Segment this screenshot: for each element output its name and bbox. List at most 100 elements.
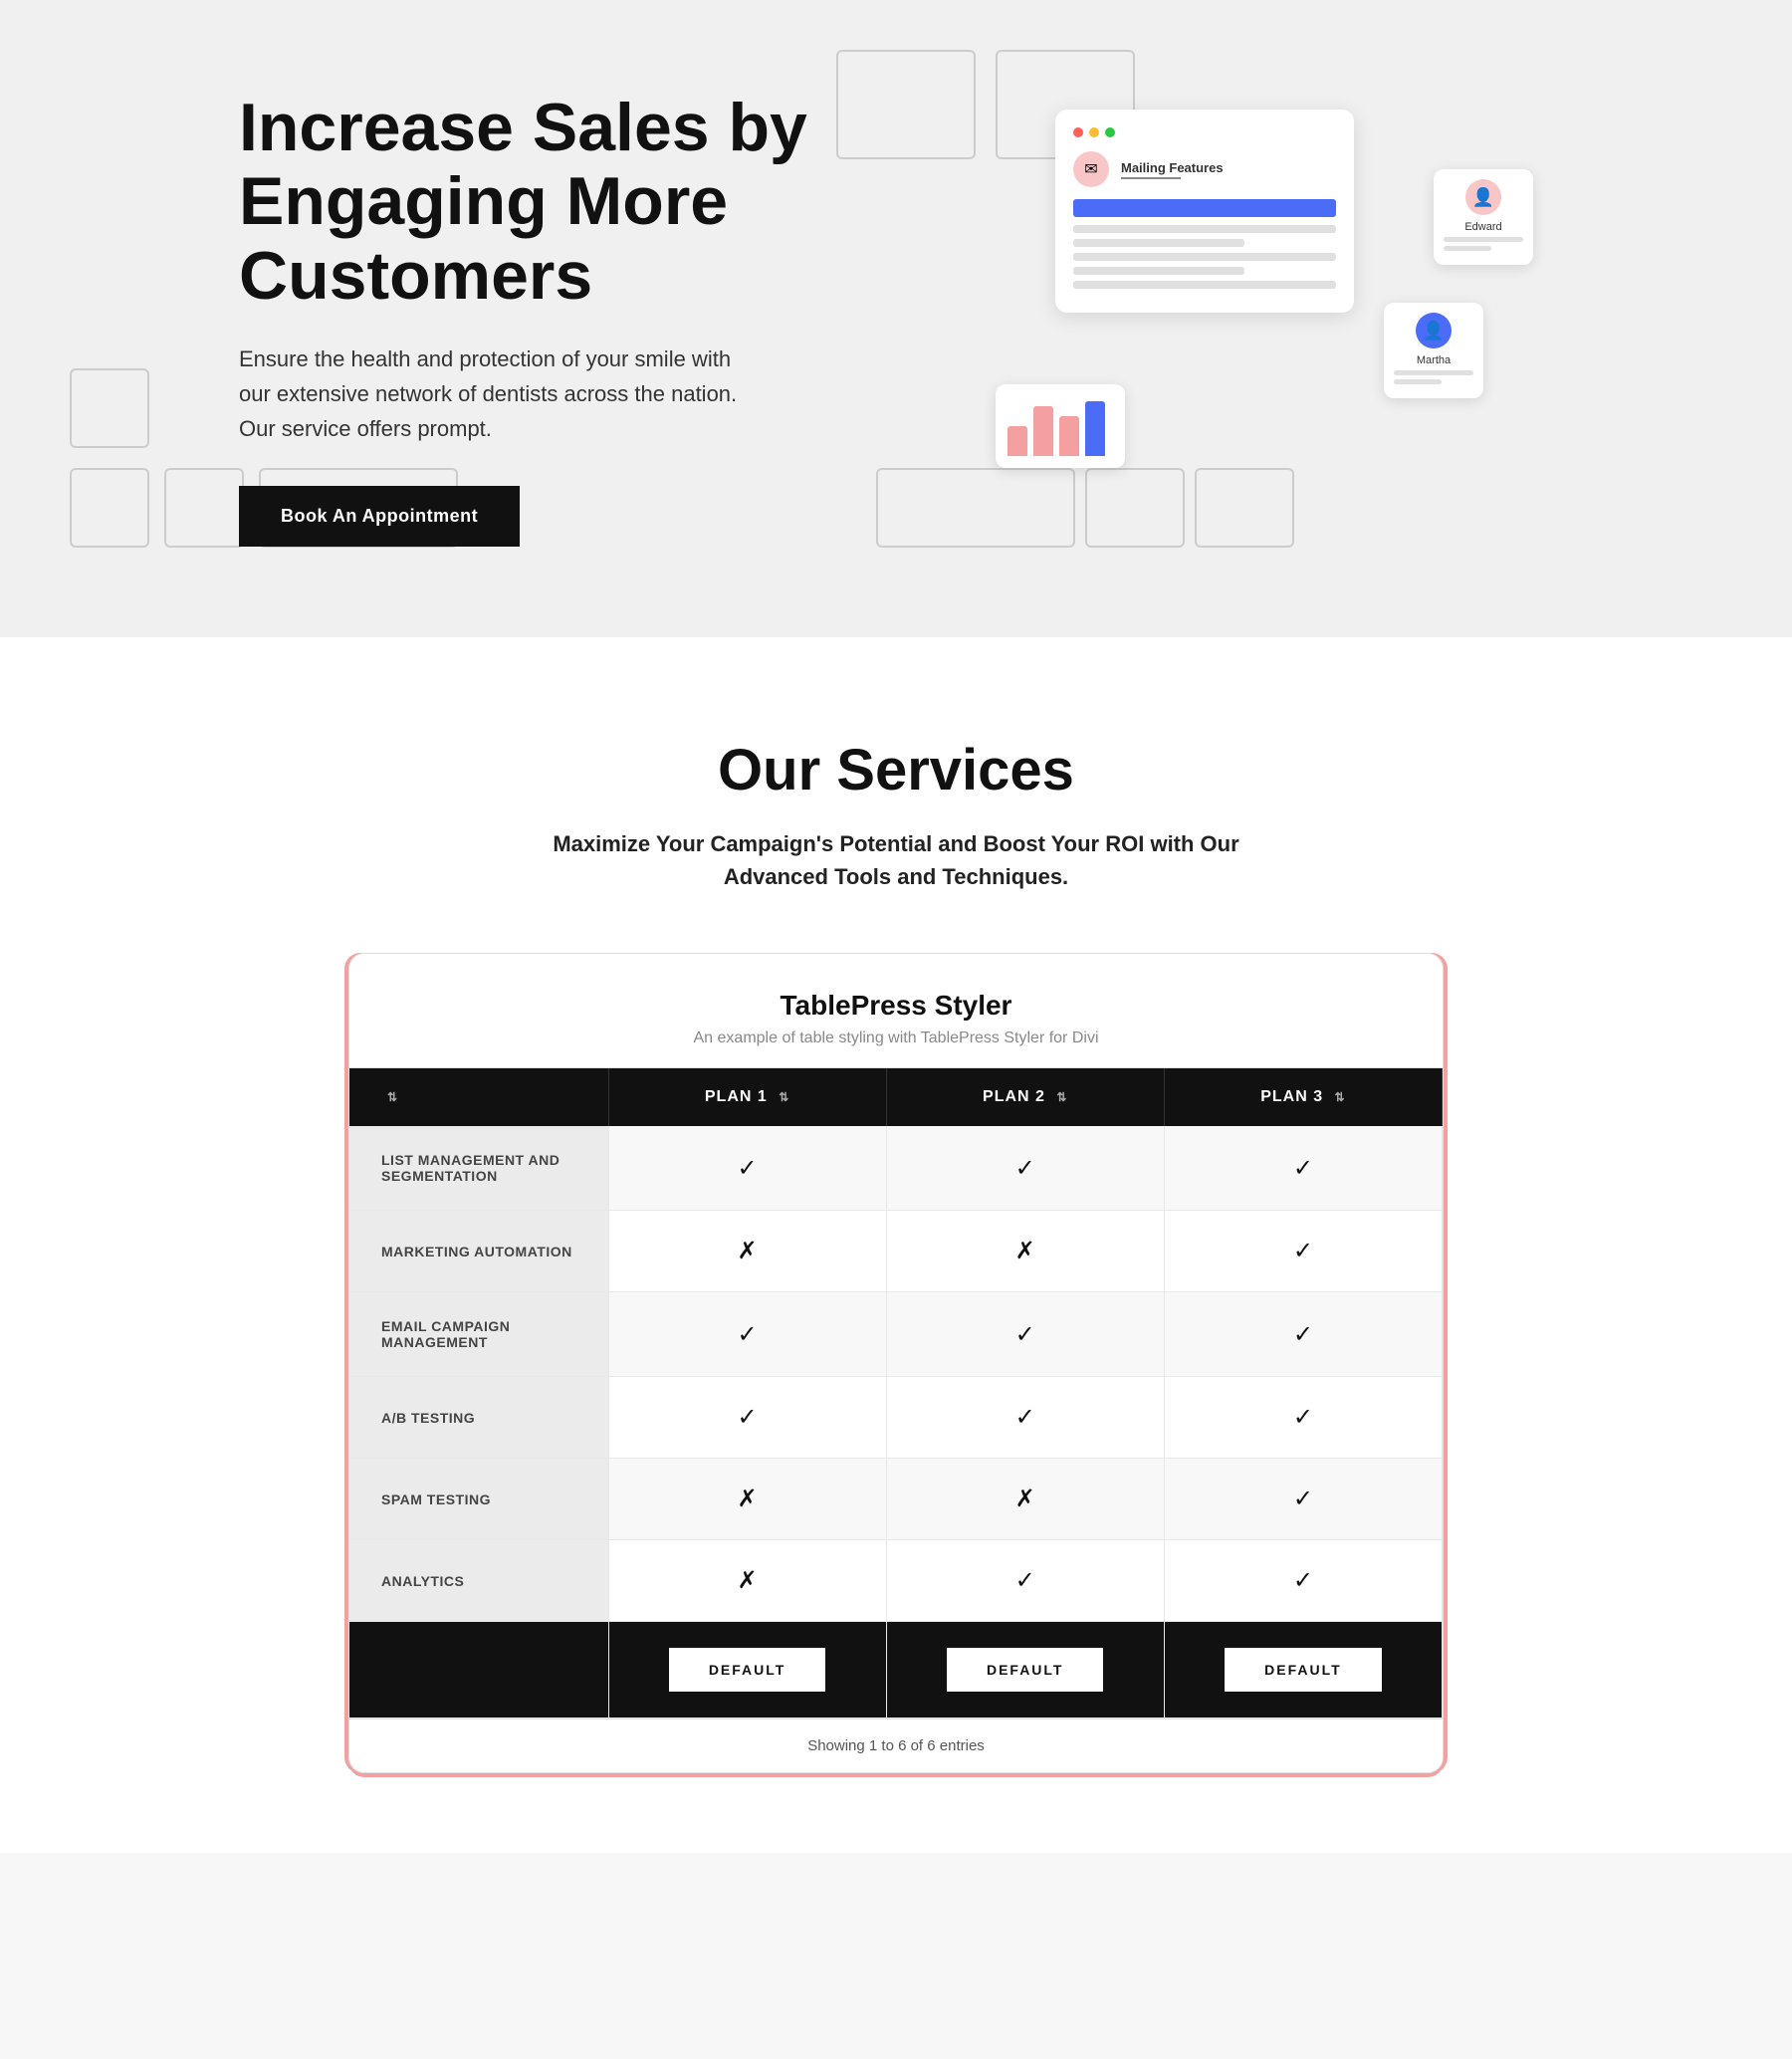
cross-icon: ✗ bbox=[738, 1486, 758, 1512]
check-icon: ✓ bbox=[1015, 1155, 1035, 1182]
cell-plan3-4: ✓ bbox=[1164, 1459, 1442, 1540]
check-icon: ✓ bbox=[1293, 1404, 1313, 1431]
profile-line-edward-1 bbox=[1444, 237, 1523, 242]
ui-line-5 bbox=[1073, 281, 1336, 289]
cell-plan2-1: ✗ bbox=[886, 1211, 1164, 1292]
comparison-table: ⇅ PLAN 1 ⇅ PLAN 2 ⇅ PLAN 3 ⇅ bbox=[349, 1068, 1443, 1718]
profile-line-edward-2 bbox=[1444, 246, 1491, 251]
table-row: SPAM TESTING ✗ ✗ ✓ bbox=[349, 1459, 1443, 1540]
ui-line-3 bbox=[1073, 253, 1336, 261]
hero-illustration: ✉ Mailing Features 👤 bbox=[996, 80, 1533, 498]
cell-plan1-1: ✗ bbox=[608, 1211, 886, 1292]
table-container: TablePress Styler An example of table st… bbox=[348, 953, 1444, 1773]
col-header-plan3[interactable]: PLAN 3 ⇅ bbox=[1164, 1068, 1442, 1126]
card-title: Mailing Features bbox=[1121, 160, 1224, 175]
bar-3 bbox=[1059, 416, 1079, 456]
cell-feature-1: MARKETING AUTOMATION bbox=[349, 1211, 608, 1292]
ui-mockup-card: ✉ Mailing Features bbox=[1055, 110, 1354, 313]
cell-feature-3: A/B TESTING bbox=[349, 1377, 608, 1459]
ui-line-1 bbox=[1073, 225, 1336, 233]
cell-plan2-4: ✗ bbox=[886, 1459, 1164, 1540]
cross-icon: ✗ bbox=[738, 1567, 758, 1594]
cell-plan3-1: ✓ bbox=[1164, 1211, 1442, 1292]
default-button-2[interactable]: DEFAULT bbox=[947, 1648, 1104, 1692]
check-icon: ✓ bbox=[1293, 1238, 1313, 1264]
sort-icon-plan1: ⇅ bbox=[779, 1090, 789, 1104]
avatar-martha: 👤 bbox=[1416, 313, 1452, 348]
hero-title: Increase Sales by Engaging More Customer… bbox=[239, 91, 836, 314]
cell-plan2-3: ✓ bbox=[886, 1377, 1164, 1459]
table-row: LIST MANAGEMENT AND SEGMENTATION ✓ ✓ ✓ bbox=[349, 1126, 1443, 1211]
cell-plan1-2: ✓ bbox=[608, 1292, 886, 1377]
col-header-plan2[interactable]: PLAN 2 ⇅ bbox=[886, 1068, 1164, 1126]
cell-plan2-5: ✓ bbox=[886, 1540, 1164, 1622]
cross-icon: ✗ bbox=[738, 1238, 758, 1264]
bar-2 bbox=[1033, 406, 1053, 456]
profile-card-edward: 👤 Edward bbox=[1434, 169, 1533, 265]
check-icon: ✓ bbox=[1293, 1486, 1313, 1512]
services-title: Our Services bbox=[0, 737, 1792, 803]
services-subtitle: Maximize Your Campaign's Potential and B… bbox=[538, 827, 1254, 893]
cell-plan3-5: ✓ bbox=[1164, 1540, 1442, 1622]
bar-chart bbox=[1008, 396, 1113, 456]
check-icon: ✓ bbox=[738, 1321, 758, 1348]
card-underline bbox=[1121, 177, 1181, 179]
deco-box-left1 bbox=[70, 368, 149, 448]
cell-plan2-2: ✓ bbox=[886, 1292, 1164, 1377]
cell-feature-2: EMAIL CAMPAIGN MANAGEMENT bbox=[349, 1292, 608, 1377]
table-header-block: TablePress Styler An example of table st… bbox=[349, 954, 1443, 1068]
hero-description: Ensure the health and protection of your… bbox=[239, 342, 757, 447]
ui-line-4 bbox=[1073, 267, 1244, 275]
hero-section: Increase Sales by Engaging More Customer… bbox=[0, 0, 1792, 637]
profile-line-martha-1 bbox=[1394, 370, 1473, 375]
cell-feature-0: LIST MANAGEMENT AND SEGMENTATION bbox=[349, 1126, 608, 1211]
profile-name-martha: Martha bbox=[1394, 354, 1473, 366]
col-header-feature[interactable]: ⇅ bbox=[349, 1068, 608, 1126]
ui-line-2 bbox=[1073, 239, 1244, 247]
default-button-3[interactable]: DEFAULT bbox=[1225, 1648, 1382, 1692]
check-icon: ✓ bbox=[1015, 1567, 1035, 1594]
check-icon: ✓ bbox=[1293, 1155, 1313, 1182]
check-icon: ✓ bbox=[1015, 1321, 1035, 1348]
cell-feature-4: SPAM TESTING bbox=[349, 1459, 608, 1540]
cell-plan1-3: ✓ bbox=[608, 1377, 886, 1459]
table-footer-row: DEFAULT DEFAULT DEFAULT bbox=[349, 1622, 1443, 1718]
bar-chart-card bbox=[996, 384, 1125, 468]
cell-plan1-4: ✗ bbox=[608, 1459, 886, 1540]
check-icon: ✓ bbox=[738, 1155, 758, 1182]
table-row: A/B TESTING ✓ ✓ ✓ bbox=[349, 1377, 1443, 1459]
footer-empty-cell bbox=[349, 1622, 608, 1718]
cross-icon: ✗ bbox=[1015, 1238, 1035, 1264]
table-row: EMAIL CAMPAIGN MANAGEMENT ✓ ✓ ✓ bbox=[349, 1292, 1443, 1377]
table-showing-text: Showing 1 to 6 of 6 entries bbox=[349, 1718, 1443, 1772]
deco-box-tr1 bbox=[836, 50, 976, 159]
ui-bar-blue bbox=[1073, 199, 1336, 217]
dot-red bbox=[1073, 127, 1083, 137]
footer-cell-2: DEFAULT bbox=[1164, 1622, 1442, 1718]
avatar-edward: 👤 bbox=[1465, 179, 1501, 215]
default-button-1[interactable]: DEFAULT bbox=[669, 1648, 826, 1692]
sort-icon-plan3: ⇅ bbox=[1335, 1090, 1346, 1104]
book-appointment-button[interactable]: Book An Appointment bbox=[239, 486, 520, 547]
cell-feature-5: ANALYTICS bbox=[349, 1540, 608, 1622]
deco-box-left3 bbox=[164, 468, 244, 548]
bar-1 bbox=[1008, 426, 1027, 456]
cell-plan1-0: ✓ bbox=[608, 1126, 886, 1211]
profile-line-martha-2 bbox=[1394, 379, 1442, 384]
profile-name-edward: Edward bbox=[1444, 221, 1523, 233]
sort-icon-plan2: ⇅ bbox=[1056, 1090, 1067, 1104]
check-icon: ✓ bbox=[1293, 1567, 1313, 1594]
cell-plan3-2: ✓ bbox=[1164, 1292, 1442, 1377]
mail-icon: ✉ bbox=[1073, 151, 1109, 187]
cell-plan3-3: ✓ bbox=[1164, 1377, 1442, 1459]
table-row: ANALYTICS ✗ ✓ ✓ bbox=[349, 1540, 1443, 1622]
check-icon: ✓ bbox=[738, 1404, 758, 1431]
deco-box-left2 bbox=[70, 468, 149, 548]
tablepress-subtitle: An example of table styling with TablePr… bbox=[389, 1030, 1403, 1047]
col-header-plan1[interactable]: PLAN 1 ⇅ bbox=[608, 1068, 886, 1126]
footer-cell-1: DEFAULT bbox=[886, 1622, 1164, 1718]
check-icon: ✓ bbox=[1293, 1321, 1313, 1348]
cell-plan3-0: ✓ bbox=[1164, 1126, 1442, 1211]
check-icon: ✓ bbox=[1015, 1404, 1035, 1431]
table-row: MARKETING AUTOMATION ✗ ✗ ✓ bbox=[349, 1211, 1443, 1292]
